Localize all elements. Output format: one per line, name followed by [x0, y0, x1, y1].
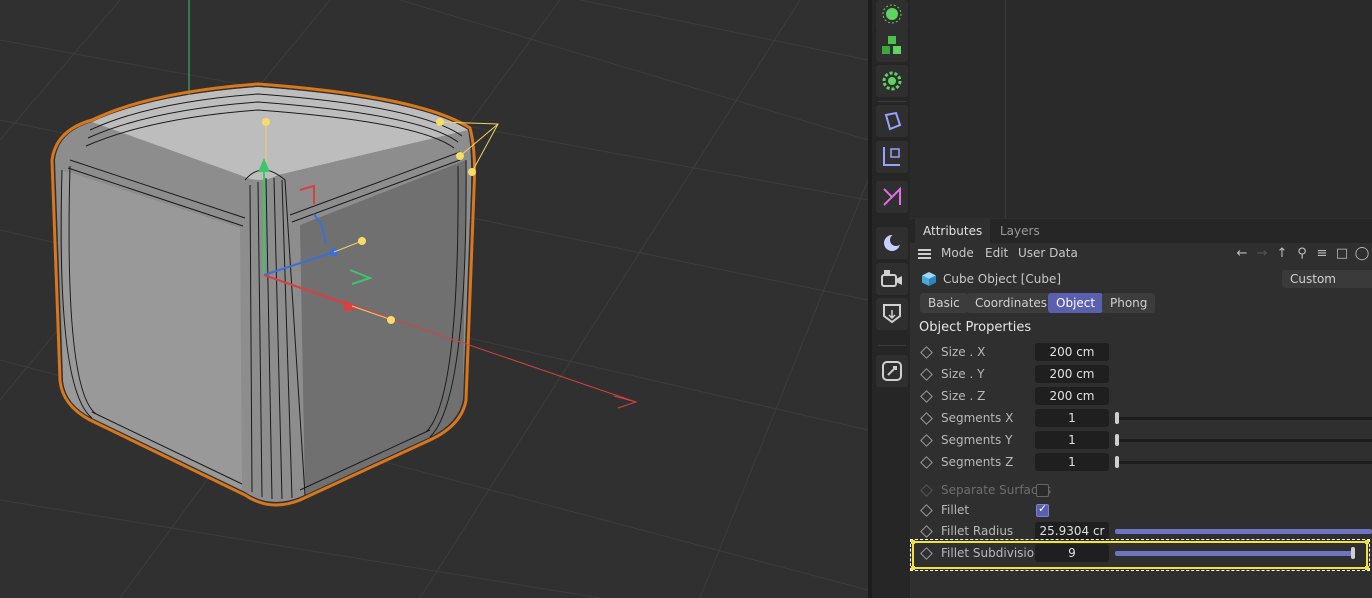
keyframe-diamond-icon[interactable] [920, 504, 933, 517]
tool-palette [872, 0, 910, 598]
object-title: Cube Object [Cube] [943, 272, 1062, 286]
size-x-field[interactable]: 200 cm [1035, 343, 1109, 361]
hamburger-menu-icon[interactable] [918, 249, 931, 259]
tab-attributes[interactable]: Attributes [915, 219, 991, 243]
coordinates-icon[interactable] [876, 141, 908, 173]
size-y-row: Size . Y 200 cm [910, 363, 1372, 385]
highlight-corner [911, 566, 915, 570]
highlight-corner [1365, 566, 1369, 570]
tab-basic[interactable]: Basic [920, 293, 968, 313]
menu-user-data[interactable]: User Data [1018, 246, 1078, 260]
fillet-row: Fillet [910, 499, 1372, 521]
object-manager[interactable] [910, 0, 1372, 218]
toolbar-divider [878, 101, 906, 102]
menu-edit[interactable]: Edit [985, 246, 1008, 260]
segments-y-slider[interactable] [1115, 434, 1372, 446]
size-x-label: Size . X [941, 345, 986, 359]
target-icon[interactable]: ◯ [1354, 246, 1370, 262]
separate-surfaces-checkbox[interactable] [1036, 484, 1049, 497]
keyframe-diamond-icon[interactable] [920, 390, 933, 403]
toolbar-divider [878, 345, 906, 346]
highlight-corner [911, 540, 915, 544]
fillet-label: Fillet [941, 503, 970, 517]
segments-x-label: Segments X [941, 411, 1014, 425]
camera-icon[interactable] [876, 263, 908, 295]
object-header: Cube Object [Cube] Custom [910, 268, 1372, 290]
size-x-row: Size . X 200 cm [910, 341, 1372, 363]
3d-viewport[interactable] [0, 0, 868, 598]
segments-x-slider[interactable] [1115, 412, 1372, 424]
filter-icon[interactable]: ≡ [1314, 246, 1330, 262]
viewport-canvas[interactable] [0, 0, 868, 598]
tab-phong[interactable]: Phong [1102, 293, 1156, 313]
column-divider [1005, 0, 1006, 218]
point-light-icon[interactable] [876, 0, 908, 32]
tab-object[interactable]: Object [1048, 293, 1104, 313]
segments-z-label: Segments Z [941, 455, 1014, 469]
tab-coordinates[interactable]: Coordinates [967, 293, 1056, 313]
search-icon[interactable]: ⚲ [1294, 246, 1310, 262]
segments-x-row: Segments X 1 [910, 407, 1372, 429]
segments-y-row: Segments Y 1 [910, 429, 1372, 451]
menu-mode[interactable]: Mode [941, 246, 974, 260]
slider-knob[interactable] [1115, 412, 1119, 424]
segments-x-field[interactable]: 1 [1035, 409, 1109, 427]
fillet-radius-label: Fillet Radius [941, 524, 1014, 538]
segments-y-field[interactable]: 1 [1035, 431, 1109, 449]
preset-dropdown[interactable]: Custom [1282, 270, 1372, 288]
cubes-icon[interactable] [876, 30, 908, 62]
separate-surfaces-label: Separate Surfaces [941, 483, 1052, 497]
size-z-field[interactable]: 200 cm [1035, 387, 1109, 405]
highlight-frame [910, 539, 1370, 571]
spline-icon[interactable] [876, 181, 908, 213]
tab-layers[interactable]: Layers [992, 219, 1048, 243]
fillet-radius-field[interactable]: 25.9304 cr [1035, 522, 1109, 540]
keyframe-diamond-icon [920, 484, 933, 497]
lock-icon[interactable]: □ [1334, 246, 1350, 262]
keyframe-diamond-icon[interactable] [920, 346, 933, 359]
render-icon[interactable] [876, 298, 908, 330]
keyframe-diamond-icon[interactable] [920, 456, 933, 469]
gear-sphere-icon[interactable] [876, 65, 908, 97]
segments-y-label: Segments Y [941, 433, 1013, 447]
attributes-nav-icons: ← → ↑ ⚲ ≡ □ ◯ [1230, 246, 1370, 262]
fillet-radius-slider[interactable] [1115, 529, 1372, 534]
highlight-corner [1365, 540, 1369, 544]
up-arrow-icon[interactable]: ↑ [1274, 246, 1290, 262]
keyframe-diamond-icon[interactable] [920, 434, 933, 447]
size-y-label: Size . Y [941, 367, 985, 381]
back-arrow-icon[interactable]: ← [1234, 246, 1250, 262]
cube-icon [922, 272, 936, 286]
fillet-checkbox[interactable] [1036, 502, 1049, 517]
size-z-label: Size . Z [941, 389, 986, 403]
attributes-menubar: Mode Edit User Data ← → ↑ ⚲ ≡ □ ◯ [910, 243, 1372, 265]
keyframe-diamond-icon[interactable] [920, 412, 933, 425]
deformer-icon[interactable] [876, 105, 908, 137]
size-z-row: Size . Z 200 cm [910, 385, 1372, 407]
slider-knob[interactable] [1115, 434, 1119, 446]
forward-arrow-icon[interactable]: → [1254, 246, 1270, 262]
separate-surfaces-row: Separate Surfaces [910, 479, 1372, 501]
segments-z-slider[interactable] [1115, 456, 1372, 468]
tag-icon[interactable] [876, 355, 908, 387]
segments-z-field[interactable]: 1 [1035, 453, 1109, 471]
panel-tabs: Attributes Layers [910, 219, 1372, 243]
segments-z-row: Segments Z 1 [910, 451, 1372, 473]
attribute-page-tabs: Basic Coordinates Object Phong [910, 293, 1372, 315]
environment-icon[interactable] [876, 227, 908, 259]
fillet-radius-row: Fillet Radius 25.9304 cr [910, 520, 1372, 542]
right-panel: Attributes Layers Mode Edit User Data ← →… [910, 0, 1372, 598]
size-y-field[interactable]: 200 cm [1035, 365, 1109, 383]
keyframe-diamond-icon[interactable] [920, 368, 933, 381]
slider-knob[interactable] [1115, 456, 1119, 468]
keyframe-diamond-icon[interactable] [920, 525, 933, 538]
section-title: Object Properties [919, 320, 1032, 335]
